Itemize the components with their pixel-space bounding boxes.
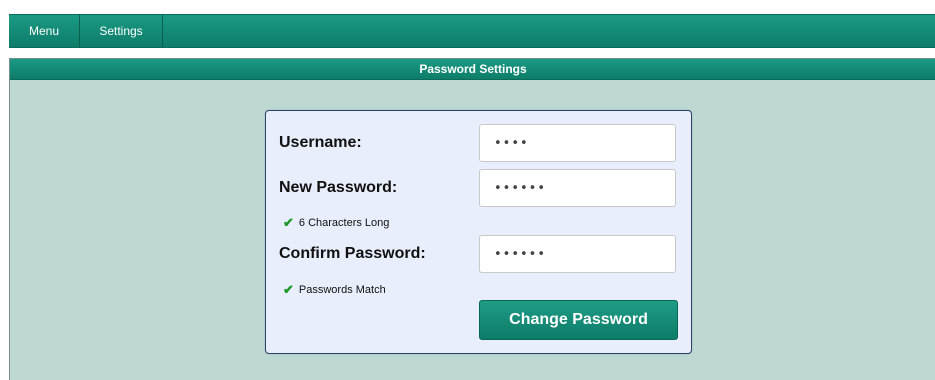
length-hint: ✔ 6 Characters Long: [283, 215, 389, 231]
username-input[interactable]: [479, 124, 676, 162]
check-icon: ✔: [283, 215, 294, 230]
menu-tab[interactable]: Menu: [9, 15, 80, 47]
password-settings-panel: Password Settings Username: New Password…: [9, 58, 935, 380]
panel-title: Password Settings: [10, 59, 935, 80]
top-menu-bar: Menu Settings: [9, 14, 935, 48]
confirm-password-input[interactable]: [479, 235, 676, 273]
match-hint-text: Passwords Match: [298, 284, 386, 296]
password-form: Username: New Password: ✔ 6 Characters L…: [265, 110, 692, 354]
new-password-input[interactable]: [479, 169, 676, 207]
match-hint: ✔ Passwords Match: [283, 282, 386, 298]
change-password-button[interactable]: Change Password: [479, 300, 678, 340]
settings-tab[interactable]: Settings: [80, 15, 163, 47]
new-password-label: New Password:: [279, 179, 398, 196]
confirm-password-label: Confirm Password:: [279, 245, 426, 262]
check-icon: ✔: [283, 282, 294, 297]
username-label: Username:: [279, 134, 362, 151]
length-hint-text: 6 Characters Long: [298, 217, 390, 229]
